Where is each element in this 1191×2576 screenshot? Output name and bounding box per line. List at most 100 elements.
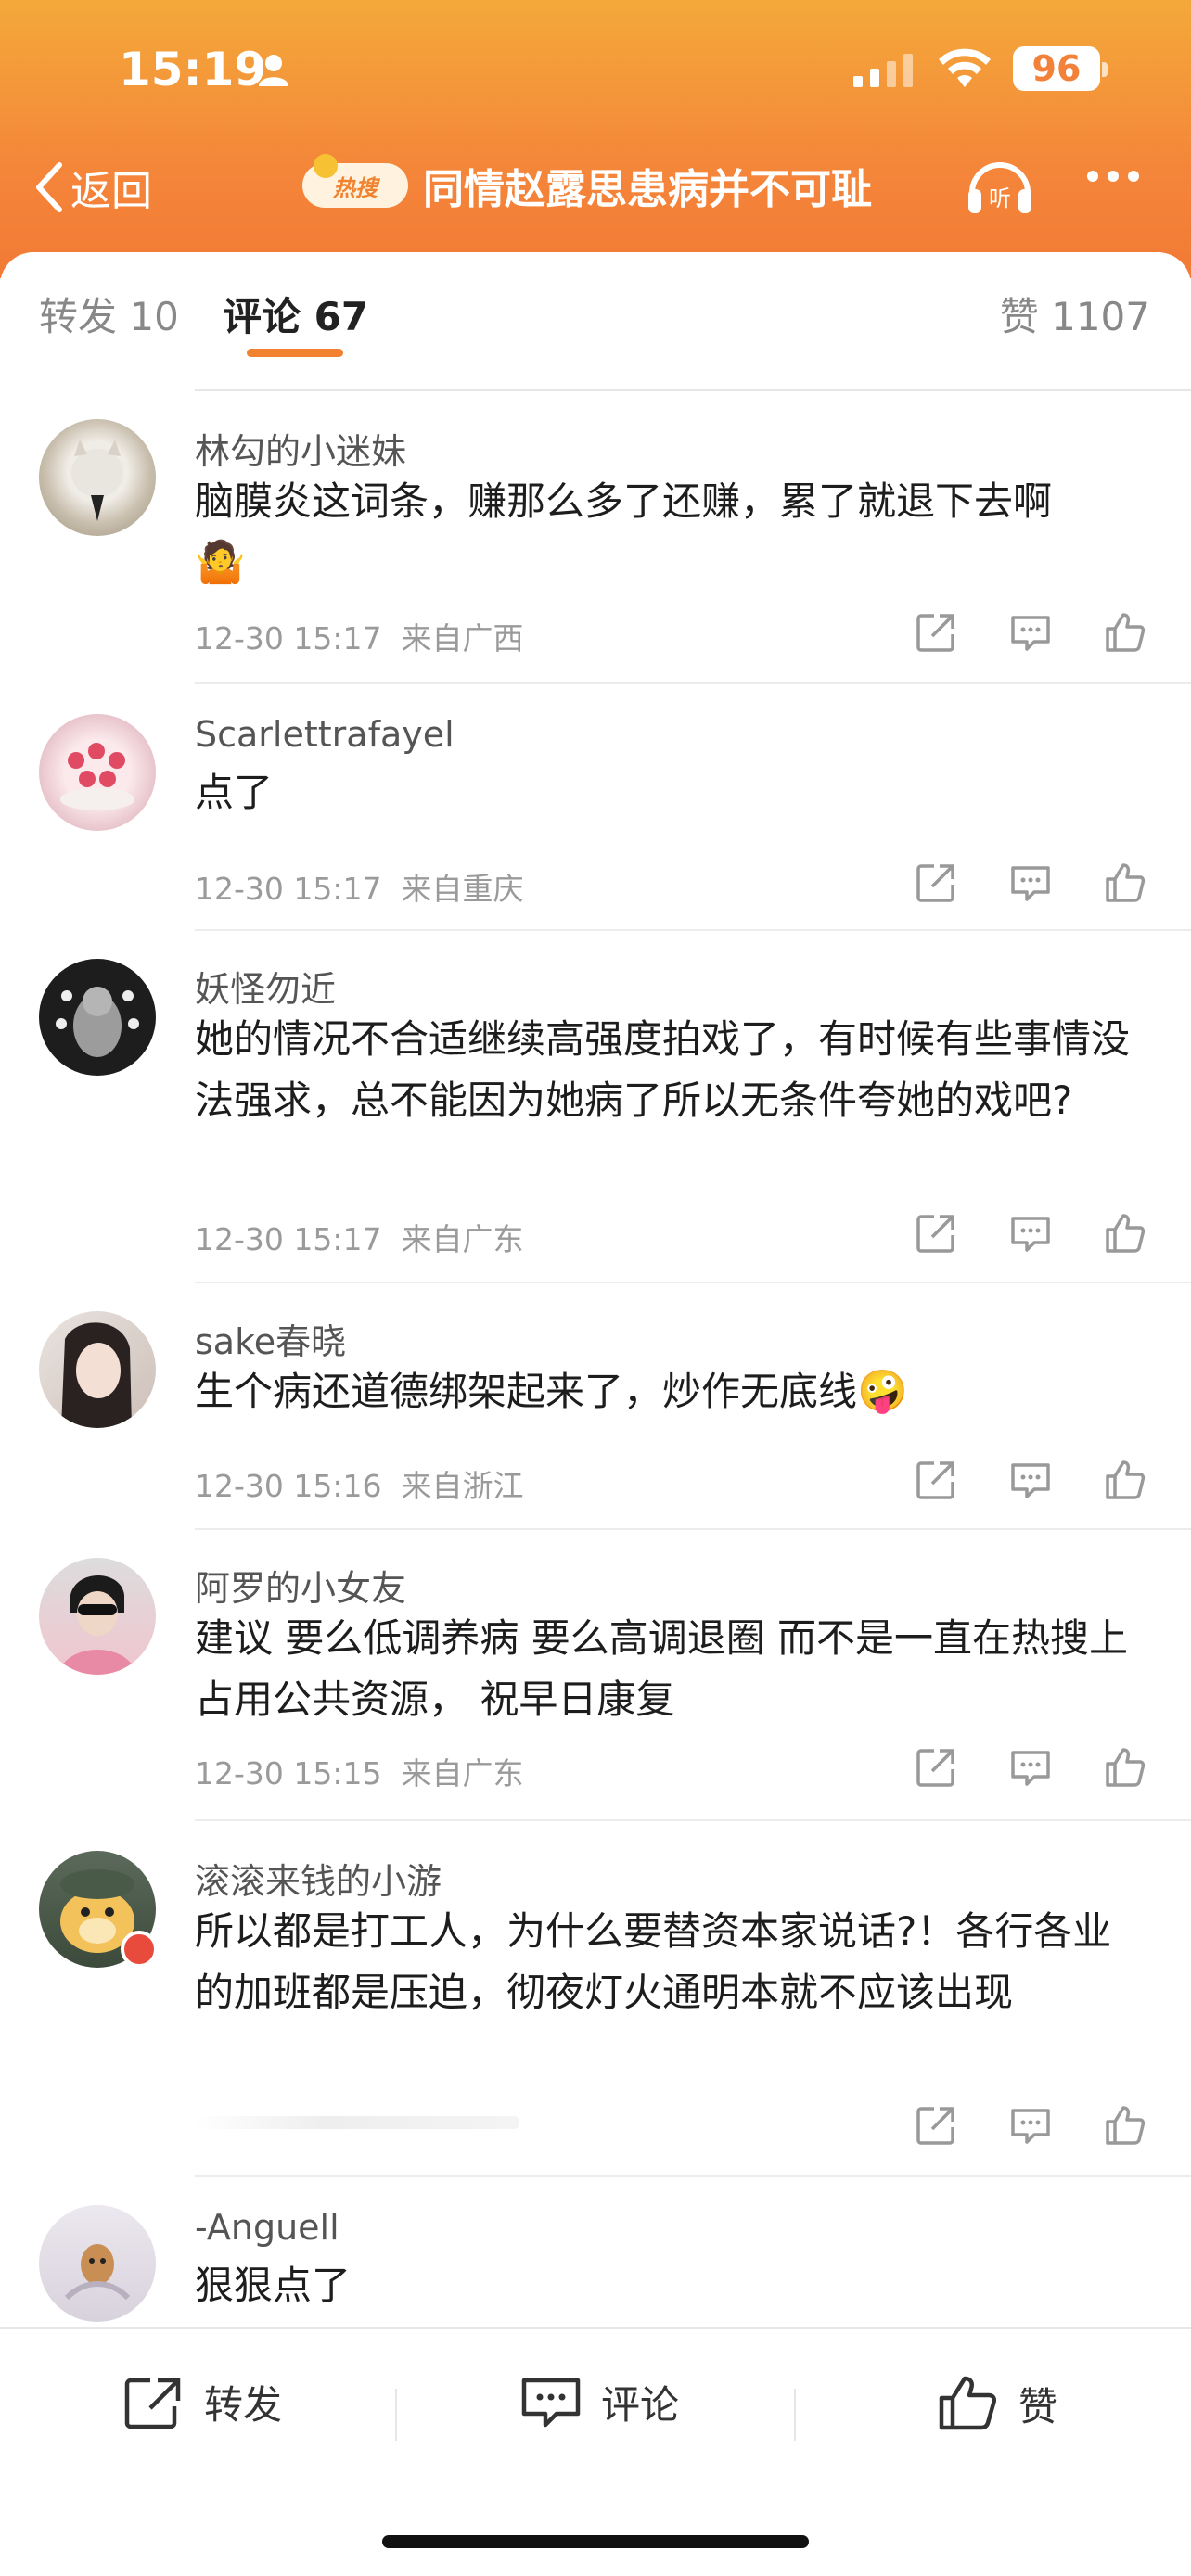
share-icon[interactable] xyxy=(914,2103,958,2148)
crazy-face-emoji: 🤪 xyxy=(857,1368,908,1415)
listen-button[interactable]: 听 xyxy=(965,152,1035,221)
repost-label: 转发 xyxy=(204,2382,283,2428)
separator xyxy=(794,2389,796,2441)
comment-location: 来自广东 xyxy=(401,1755,524,1792)
comment-location: 来自浙江 xyxy=(401,1468,524,1504)
share-icon[interactable] xyxy=(914,1458,958,1502)
hot-search-badge: 热搜 xyxy=(302,154,408,208)
person-icon xyxy=(259,55,288,86)
comment-text: 建议 要么低调养病 要么高调退圈 而不是一直在热搜上占用公共资源， 祝早日康复 xyxy=(195,1615,1129,1722)
avatar[interactable] xyxy=(39,1311,156,1428)
like-icon[interactable] xyxy=(1103,861,1147,905)
flame-icon xyxy=(314,154,338,178)
comment-text: 生个病还道德绑架起来了，炒作无底线🤪 xyxy=(195,1361,1141,1422)
comment-author[interactable]: sake春晓 xyxy=(195,1313,346,1364)
comment-author[interactable]: Scarlettrafayel xyxy=(195,714,455,755)
comment-label: 评论 xyxy=(601,2382,680,2428)
page-title: 同情赵露思患病并不可耻 xyxy=(423,166,872,213)
comment-text: 点了 xyxy=(195,770,274,815)
cellular-signal-icon xyxy=(853,54,913,87)
avatar[interactable] xyxy=(39,714,156,831)
divider xyxy=(195,389,1191,391)
repost-button[interactable]: 转发 xyxy=(122,2374,282,2430)
chevron-left-icon xyxy=(36,162,62,212)
reply-icon[interactable] xyxy=(1008,610,1053,655)
like-icon[interactable] xyxy=(1103,1745,1147,1790)
comment-time: 12-30 15:15 xyxy=(195,1755,382,1792)
comment-meta: 12-30 15:17 来自广西 xyxy=(195,614,523,658)
comment-icon xyxy=(521,2378,581,2427)
reply-icon[interactable] xyxy=(1008,1211,1053,1256)
reply-icon[interactable] xyxy=(1008,1745,1053,1790)
like-icon[interactable] xyxy=(1103,610,1147,655)
more-button[interactable] xyxy=(1087,171,1139,182)
share-icon[interactable] xyxy=(914,1211,958,1256)
comment-author[interactable]: 林勾的小迷妹 xyxy=(195,423,406,474)
avatar[interactable] xyxy=(39,1558,156,1675)
comment-author[interactable]: 阿罗的小女友 xyxy=(195,1560,406,1611)
like-icon[interactable] xyxy=(1103,2103,1147,2148)
comment-actions xyxy=(914,861,1147,905)
comment-meta: 12-30 15:16 来自浙江 xyxy=(195,1461,523,1506)
comment-time: 12-30 15:17 xyxy=(195,871,382,907)
avatar[interactable] xyxy=(39,419,156,536)
like-button[interactable]: 赞 xyxy=(937,2374,1057,2433)
comment-time: 12-30 15:17 xyxy=(195,620,382,657)
share-icon[interactable] xyxy=(914,861,958,905)
shrug-emoji: 🤷 xyxy=(195,539,246,586)
avatar[interactable] xyxy=(39,959,156,1076)
comment-location: 来自广西 xyxy=(401,620,524,657)
nav-bar: 返回 热搜 同情赵露思患病并不可耻 听 xyxy=(0,148,1191,232)
comment-time: 12-30 15:17 xyxy=(195,1221,382,1257)
comment-actions xyxy=(914,2103,1147,2148)
hot-badge-label: 热搜 xyxy=(333,174,378,201)
tab-repost[interactable]: 转发 10 xyxy=(39,286,179,342)
tab-active-indicator xyxy=(247,349,343,357)
battery-tip xyxy=(1102,62,1108,77)
like-icon[interactable] xyxy=(1103,1458,1147,1502)
tab-comment[interactable]: 评论 67 xyxy=(223,286,368,342)
comment-meta: 12-30 15:15 来自广东 xyxy=(195,1749,523,1793)
reply-icon[interactable] xyxy=(1008,1458,1053,1502)
header: 15:19 96 返回 热搜 同情赵露思患病并不可耻 听 xyxy=(0,0,1191,278)
verified-badge xyxy=(121,1931,158,1968)
comment-location: 来自重庆 xyxy=(401,871,524,907)
reply-icon[interactable] xyxy=(1008,2103,1053,2148)
comment-time: 12-30 15:16 xyxy=(195,1468,382,1504)
wifi-icon xyxy=(939,48,991,87)
divider xyxy=(195,929,1191,931)
comment-actions xyxy=(914,1458,1147,1502)
back-button[interactable]: 返回 xyxy=(32,158,152,217)
tab-bar: 转发 10 评论 67 赞 1107 xyxy=(0,252,1191,373)
share-icon xyxy=(124,2378,181,2429)
headphones-icon: 听 xyxy=(968,162,1031,213)
divider xyxy=(195,1819,1191,1821)
nav-title-group[interactable]: 热搜 同情赵露思患病并不可耻 xyxy=(302,154,872,215)
comment-location: 来自广东 xyxy=(401,1221,524,1257)
comment-actions xyxy=(914,1745,1147,1790)
status-time: 15:19 xyxy=(119,43,267,96)
share-icon[interactable] xyxy=(914,610,958,655)
comment-author[interactable]: -Anguell xyxy=(195,2207,339,2248)
share-icon[interactable] xyxy=(914,1745,958,1790)
divider xyxy=(195,1282,1191,1283)
reply-icon[interactable] xyxy=(1008,861,1053,905)
comment-button[interactable]: 评论 xyxy=(519,2374,679,2430)
comment-author[interactable]: 滚滚来钱的小游 xyxy=(195,1853,442,1904)
back-label: 返回 xyxy=(70,168,152,215)
divider xyxy=(195,682,1191,684)
like-label: 赞 xyxy=(1018,2383,1058,2429)
like-icon[interactable] xyxy=(1103,1211,1147,1256)
comment-text: 她的情况不合适继续高强度拍戏了，有时候有些事情没法强求，总不能因为她病了所以无条… xyxy=(195,1016,1131,1123)
divider xyxy=(195,2175,1191,2177)
tab-like[interactable]: 赞 1107 xyxy=(1000,286,1150,342)
comment-author[interactable]: 妖怪勿近 xyxy=(195,961,336,1012)
separator xyxy=(395,2389,397,2441)
comment-body: 生个病还道德绑架起来了，炒作无底线 xyxy=(195,1369,858,1414)
comment-text: 所以都是打工人，为什么要替资本家说话?！各行各业的加班都是压迫，彻夜灯火通明本就… xyxy=(195,1908,1112,2015)
avatar[interactable] xyxy=(39,2205,156,2322)
comment-text: 狠狠点了 xyxy=(195,2263,352,2308)
comment-meta: 12-30 15:17 来自广东 xyxy=(195,1215,523,1259)
battery-indicator: 96 xyxy=(1013,46,1100,91)
comment-body: 脑膜炎这词条，赚那么多了还赚，累了就退下去啊 xyxy=(195,478,1053,524)
